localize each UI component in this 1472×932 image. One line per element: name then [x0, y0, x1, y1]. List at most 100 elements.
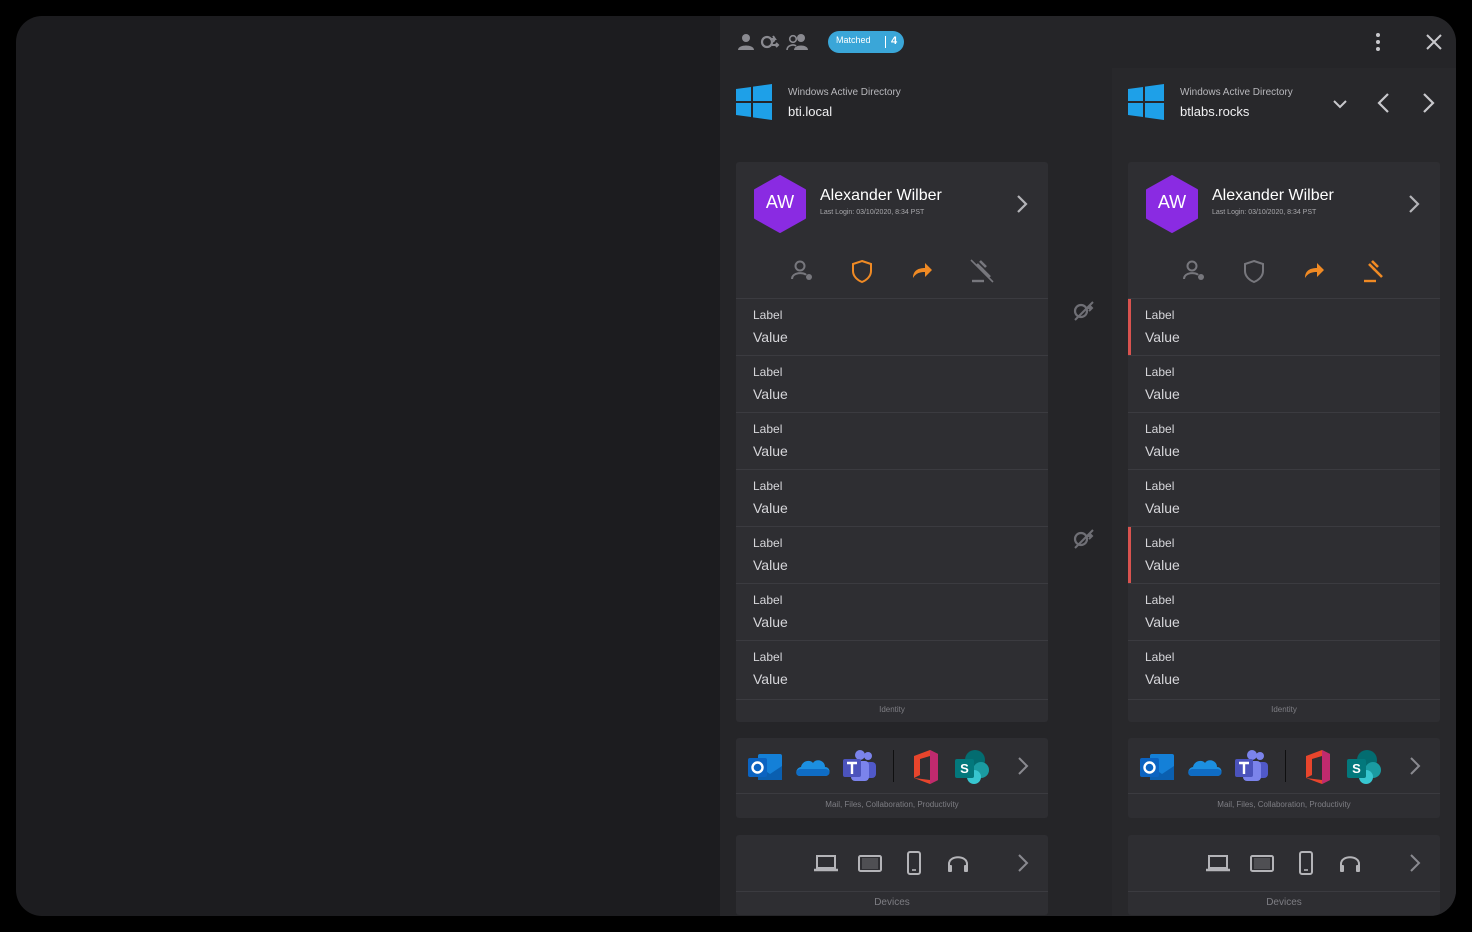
matched-badge[interactable]: Matched 4: [828, 31, 904, 53]
close-icon[interactable]: [1422, 32, 1446, 52]
field-row: Label Value: [736, 355, 1048, 412]
field-label: Label: [1145, 650, 1175, 664]
field-value: Value: [753, 329, 788, 345]
phone-icon[interactable]: [900, 849, 928, 877]
field-label: Label: [753, 422, 783, 436]
field-label: Label: [753, 593, 783, 607]
field-label: Label: [1145, 422, 1175, 436]
laptop-icon[interactable]: [812, 849, 840, 877]
matched-badge-count: 4: [891, 35, 898, 47]
field-label: Label: [753, 479, 783, 493]
field-label: Label: [1145, 479, 1175, 493]
office-icon[interactable]: [906, 748, 944, 786]
field-label: Label: [753, 308, 783, 322]
field-row-mismatch: Label Value: [1128, 298, 1440, 355]
field-label: Label: [753, 650, 783, 664]
svg-text:S: S: [1352, 761, 1361, 776]
apps-card-footer: Mail, Files, Collaboration, Productivity: [1128, 793, 1440, 818]
chevron-right-icon[interactable]: [1014, 851, 1032, 875]
identity-card-footer: Identity: [1128, 699, 1440, 722]
apps-card: S Mail, Files, Collaboration, Productivi…: [1128, 738, 1440, 818]
unlink-icon[interactable]: [760, 33, 780, 51]
field-label: Label: [1145, 593, 1175, 607]
apps-card-footer: Mail, Files, Collaboration, Productivity: [736, 793, 1048, 818]
chevron-right-icon[interactable]: [1416, 90, 1440, 116]
field-label: Label: [753, 536, 783, 550]
field-row: Label Value: [736, 640, 1048, 697]
teams-icon[interactable]: [841, 748, 879, 786]
avatar-initials: AW: [1157, 192, 1187, 212]
chevron-right-icon[interactable]: [1012, 190, 1032, 218]
directory-header: Windows Active Directory bti.local: [736, 82, 1048, 126]
chevron-right-icon[interactable]: [1404, 190, 1424, 218]
field-value: Value: [1145, 671, 1180, 687]
teams-icon[interactable]: [1233, 748, 1271, 786]
field-value: Value: [1145, 386, 1180, 402]
chevron-right-icon[interactable]: [1014, 754, 1032, 778]
field-row: Label Value: [736, 583, 1048, 640]
shield-icon[interactable]: [1241, 258, 1267, 284]
laptop-icon[interactable]: [1204, 849, 1232, 877]
left-directory-column: Windows Active Directory bti.local AW Al…: [736, 68, 1048, 916]
field-value: Value: [1145, 557, 1180, 573]
chevron-left-icon[interactable]: [1372, 90, 1396, 116]
unlinked-field-icon[interactable]: [1072, 300, 1096, 322]
field-label: Label: [1145, 536, 1175, 550]
gavel-icon[interactable]: [1361, 258, 1387, 284]
device-frame: Matched 4 Windows Active Directory bti.l…: [0, 0, 1472, 932]
gavel-icon[interactable]: [969, 258, 995, 284]
field-value: Value: [753, 671, 788, 687]
svg-text:S: S: [960, 761, 969, 776]
user-header[interactable]: AW Alexander Wilber Last Login: 03/10/20…: [736, 162, 1048, 246]
more-vertical-icon[interactable]: [1366, 32, 1390, 52]
headphones-icon[interactable]: [944, 849, 972, 877]
unlinked-field-icon[interactable]: [1072, 528, 1096, 550]
field-value: Value: [753, 614, 788, 630]
devices-card: Devices: [1128, 835, 1440, 915]
outlook-icon[interactable]: [1138, 748, 1176, 786]
user-icon[interactable]: [736, 33, 756, 51]
user-name: Alexander Wilber: [1212, 187, 1334, 204]
sharepoint-icon[interactable]: S: [953, 748, 991, 786]
avatar-initials: AW: [765, 192, 795, 212]
field-row: Label Value: [1128, 640, 1440, 697]
tablet-icon[interactable]: [1248, 849, 1276, 877]
onedrive-icon[interactable]: [794, 748, 832, 786]
field-row: Label Value: [736, 469, 1048, 526]
shield-icon[interactable]: [849, 258, 875, 284]
field-value: Value: [753, 443, 788, 459]
last-login: Last Login: 03/10/2020, 8:34 PST: [1212, 209, 1317, 216]
forward-icon[interactable]: [1301, 258, 1327, 284]
user-actions: [736, 246, 1048, 298]
tablet-icon[interactable]: [856, 849, 884, 877]
field-row: Label Value: [1128, 469, 1440, 526]
forward-icon[interactable]: [909, 258, 935, 284]
sharepoint-icon[interactable]: S: [1345, 748, 1383, 786]
user-settings-icon[interactable]: [789, 258, 815, 284]
outlook-icon[interactable]: [746, 748, 784, 786]
user-actions: [1128, 246, 1440, 298]
chevron-right-icon[interactable]: [1406, 754, 1424, 778]
apps-separator: [1285, 750, 1286, 782]
field-row: Label Value: [1128, 583, 1440, 640]
identity-fields: Label Value Label Value Label Value Labe…: [736, 298, 1048, 697]
user-settings-icon[interactable]: [1181, 258, 1207, 284]
phone-icon[interactable]: [1292, 849, 1320, 877]
windows-logo-icon: [736, 84, 772, 120]
identity-card: AW Alexander Wilber Last Login: 03/10/20…: [736, 162, 1048, 722]
chevron-down-icon[interactable]: [1328, 94, 1352, 114]
field-label: Label: [753, 365, 783, 379]
matched-badge-label: Matched: [836, 35, 871, 45]
field-row: Label Value: [1128, 412, 1440, 469]
chevron-right-icon[interactable]: [1406, 851, 1424, 875]
onedrive-icon[interactable]: [1186, 748, 1224, 786]
headphones-icon[interactable]: [1336, 849, 1364, 877]
field-label: Label: [1145, 365, 1175, 379]
field-row: Label Value: [736, 298, 1048, 355]
users-icon[interactable]: [786, 33, 810, 51]
devices-card-footer: Devices: [736, 891, 1048, 915]
user-header[interactable]: AW Alexander Wilber Last Login: 03/10/20…: [1128, 162, 1440, 246]
identity-card-footer: Identity: [736, 699, 1048, 722]
office-icon[interactable]: [1298, 748, 1336, 786]
field-value: Value: [753, 500, 788, 516]
